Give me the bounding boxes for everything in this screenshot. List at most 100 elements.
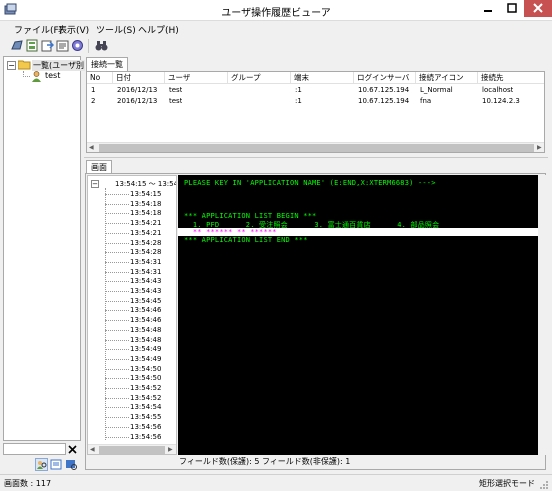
scroll-thumb[interactable] [99,144,534,152]
column-header[interactable]: 接続先 [478,72,544,84]
time-entry[interactable]: 13:54:28 [130,239,161,247]
close-button[interactable] [524,0,552,17]
time-entry[interactable]: 13:54:21 [130,229,161,237]
screen-search-icon[interactable] [65,458,78,471]
list-search-icon[interactable] [50,458,63,471]
horizontal-scrollbar[interactable]: ◀ ▶ [87,142,544,152]
user-search-icon[interactable] [35,458,48,471]
resize-grip-icon[interactable] [539,480,549,490]
column-header[interactable]: グループ [228,72,291,84]
maximize-button[interactable] [500,0,524,17]
table-row[interactable]: 1 2016/12/13 test :1 10.67.125.194 L_Nor… [87,85,544,96]
time-entry[interactable]: 13:54:31 [130,258,161,266]
time-entry[interactable]: 13:54:49 [130,345,161,353]
time-entry[interactable]: 13:54:56 [130,423,161,431]
time-entry[interactable]: 13:54:46 [130,316,161,324]
scroll-right-icon[interactable]: ▶ [537,144,542,151]
terminal-line: *** APPLICATION LIST BEGIN *** [184,212,317,220]
maximize-icon [507,3,517,13]
column-header[interactable]: ユーザ [165,72,228,84]
connection-list[interactable]: No 日付 ユーザ グループ 端末 ログインサーバ 接続アイコン 接続先 1 2… [86,71,545,153]
scroll-thumb[interactable] [99,446,165,454]
time-entry[interactable]: 13:54:54 [130,403,161,411]
time-collapse-toggle[interactable]: − [91,180,99,188]
column-header[interactable]: No [87,72,113,84]
save-icon[interactable] [26,39,39,52]
time-entry[interactable]: 13:54:15 [130,190,161,198]
menu-bar: ファイル(F) 表示(V) ツール(S) ヘルプ(H) [0,21,552,37]
menu-view[interactable]: 表示(V) [58,23,89,36]
title-bar[interactable]: ユーザ操作履歴ビューア [0,0,552,21]
time-entry[interactable]: 13:54:50 [130,365,161,373]
scroll-left-icon[interactable]: ◀ [89,144,94,151]
search-clear-icon[interactable] [66,443,79,456]
splitter[interactable] [84,157,548,158]
tab-screen[interactable]: 画面 [86,160,112,174]
minimize-button[interactable] [476,0,500,17]
tree-collapse-toggle[interactable]: − [7,61,16,70]
time-entry[interactable]: 13:54:48 [130,326,161,334]
time-entry[interactable]: 13:54:43 [130,287,161,295]
time-entry[interactable]: 13:54:45 [130,297,161,305]
screen-count: 画面数 : 117 [4,479,52,488]
time-tree[interactable]: − 13:54:15 ～ 13:54:56 13:54:1513:54:1813… [87,175,177,455]
time-entry[interactable]: 13:54:31 [130,268,161,276]
status-bar: 画面数 : 117 矩形選択モード [0,474,552,491]
table-row[interactable]: 2 2016/12/13 test :1 10.67.125.194 fna 1… [87,96,544,107]
tree-root-label[interactable]: 一覧(ユーザ別 [32,60,85,71]
time-entry[interactable]: 13:54:28 [130,248,161,256]
scroll-right-icon[interactable]: ▶ [168,446,173,453]
tree-user-label[interactable]: test [45,71,60,80]
table-cell: 10.67.125.194 [358,86,410,94]
open-icon[interactable] [11,39,24,52]
selection-mode: 矩形選択モード [479,479,535,488]
time-entry[interactable]: 13:54:46 [130,306,161,314]
time-entry[interactable]: 13:54:43 [130,277,161,285]
table-cell: test [169,97,183,105]
terminal-input-field[interactable]: ** ****** ** ****** [184,228,277,236]
time-entry[interactable]: 13:54:55 [130,413,161,421]
terminal-line: PLEASE KEY IN 'APPLICATION NAME' (E:END,… [184,179,436,187]
scroll-left-icon[interactable]: ◀ [90,446,95,453]
menu-file[interactable]: ファイル(F) [14,23,62,36]
user-icon [31,71,42,82]
time-entry[interactable]: 13:54:52 [130,384,161,392]
tab-connections[interactable]: 接続一覧 [86,57,128,71]
column-header[interactable]: 日付 [113,72,165,84]
time-entry[interactable]: 13:54:21 [130,219,161,227]
search-tools [35,458,79,472]
time-entry[interactable]: 13:54:50 [130,374,161,382]
table-cell: fna [420,97,432,105]
time-entry[interactable]: 13:54:56 [130,433,161,441]
column-header[interactable]: ログインサーバ [354,72,416,84]
import-icon[interactable] [56,39,69,52]
terminal-vscroll[interactable] [538,175,546,455]
toolbar [0,37,552,55]
terminal-line: *** APPLICATION LIST END *** [184,236,308,244]
user-tree[interactable]: − 一覧(ユーザ別 test [3,56,85,441]
field-info: フィールド数(保護): 5 フィールド数(非保護): 1 [179,457,351,466]
time-range-label[interactable]: 13:54:15 ～ 13:54:56 [115,179,176,189]
table-cell: 10.124.2.3 [482,97,520,105]
time-entry[interactable]: 13:54:18 [130,200,161,208]
table-cell: L_Normal [420,86,453,94]
time-entry[interactable]: 13:54:48 [130,336,161,344]
search-input[interactable] [3,443,66,455]
terminal-screen[interactable]: PLEASE KEY IN 'APPLICATION NAME' (E:END,… [178,175,538,455]
table-cell: 2016/12/13 [117,97,158,105]
column-header[interactable]: 接続アイコン [416,72,478,84]
binoculars-icon[interactable] [95,39,108,52]
table-cell: localhost [482,86,514,94]
time-entry[interactable]: 13:54:18 [130,209,161,217]
table-cell: :1 [295,86,302,94]
column-header[interactable]: 端末 [291,72,354,84]
menu-tools[interactable]: ツール(S) [96,23,136,36]
export-icon[interactable] [41,39,55,52]
table-cell: test [169,86,183,94]
time-tree-hscroll[interactable]: ◀ ▶ [88,444,176,454]
settings-icon[interactable] [71,39,84,52]
time-entry[interactable]: 13:54:52 [130,394,161,402]
table-cell: 2 [91,97,96,105]
time-entry[interactable]: 13:54:49 [130,355,161,363]
menu-help[interactable]: ヘルプ(H) [138,23,179,36]
